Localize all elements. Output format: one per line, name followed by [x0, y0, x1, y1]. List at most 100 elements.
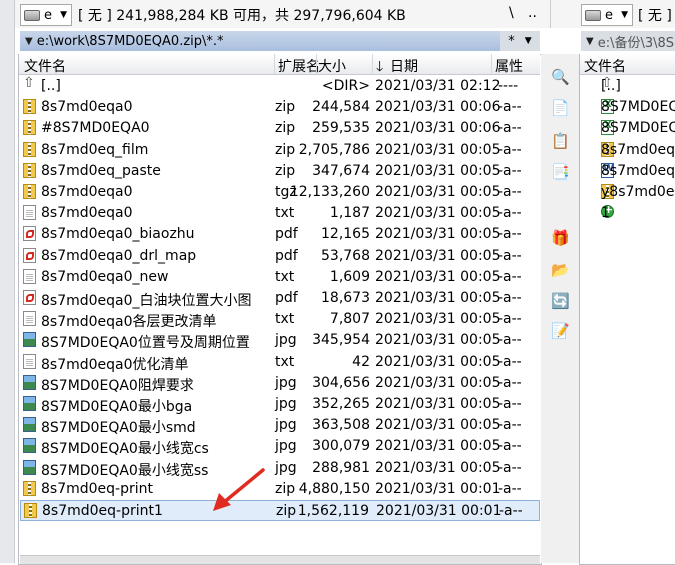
copy-icon[interactable]: 📋	[551, 132, 570, 150]
file-row[interactable]: 8s7md0eqa0 txt 1,187 2021/03/31 00:05 -a--	[20, 203, 540, 224]
file-date: 2021/03/31 00:05	[375, 290, 501, 306]
chevron-down-icon[interactable]: ▼	[586, 36, 594, 47]
file-row[interactable]: 8S7MD0EQA	[581, 97, 675, 118]
file-row[interactable]: [..]	[581, 76, 675, 97]
file-size: <DIR>	[321, 78, 370, 94]
file-name: [..]	[41, 78, 61, 94]
file-row[interactable]: 8s7md0eqa0_new txt 1,609 2021/03/31 00:05 -a…	[20, 267, 540, 288]
col-attr[interactable]: 属性	[495, 56, 523, 76]
file-size: 363,508	[312, 417, 370, 434]
file-row[interactable]: 8s7md0eqa0_biaozhu pdf 12,165 2021/03/31 00…	[20, 224, 540, 245]
file-date: 2021/03/31 00:05	[375, 311, 501, 328]
file-name: [..]	[601, 78, 621, 94]
file-ext: pdf	[275, 226, 298, 243]
file-row[interactable]: 8s7md0eqa	[581, 161, 675, 182]
file-row[interactable]: 8S7MD0EQA0最小smd jpg 363,508 2021/03/31 00:0…	[20, 415, 540, 436]
right-drive-selector[interactable]: e ▼	[581, 4, 633, 26]
pdf-icon	[23, 226, 36, 242]
left-drive-selector[interactable]: e ▼	[20, 4, 72, 26]
file-row[interactable]: [..] <DIR> 2021/03/31 02:12----	[20, 75, 540, 97]
col-date[interactable]: 日期	[390, 56, 418, 76]
file-row[interactable]: 8s7md0eqa	[581, 140, 675, 161]
file-date: 2021/03/31 00:05	[375, 141, 501, 158]
file-row[interactable]: 1	[581, 203, 675, 224]
jpg-icon	[23, 459, 36, 475]
file-date: 2021/03/31 00:05	[375, 374, 501, 391]
zip-icon	[23, 162, 36, 178]
new-folder-icon[interactable]: 📂	[551, 261, 570, 279]
divider	[316, 54, 317, 74]
file-size: 345,954	[312, 332, 370, 349]
root-button[interactable]: \	[509, 5, 514, 21]
col-size[interactable]: 大小	[318, 56, 346, 76]
file-row[interactable]: 8s7md0eq-print zip 4,880,150 2021/03/31 00:…	[20, 479, 540, 500]
filter-dropdown[interactable]: * ▼	[500, 31, 540, 51]
file-row[interactable]: 8S7MD0EQA0最小线宽cs jpg 300,079 2021/03/31 00:…	[20, 436, 540, 457]
file-name: 8S7MD0EQA0最小smd	[41, 420, 196, 437]
file-attr: -a--	[498, 374, 522, 391]
file-row[interactable]: 8s7md0eqa0 zip 244,584 2021/03/31 00:06 -a--	[20, 97, 540, 118]
divider	[372, 54, 373, 74]
file-name: 8s7md0eqa	[601, 141, 675, 158]
jpg-icon	[23, 438, 36, 454]
parent-dir-button[interactable]: ..	[528, 5, 537, 21]
zip-icon	[24, 503, 37, 518]
pack-icon[interactable]: 🎁	[551, 229, 570, 247]
file-row[interactable]: 8S7MD0EQA0位置号及周期位置 jpg 345,954 2021/03/31 0…	[20, 330, 540, 351]
file-row[interactable]: 8S7MD0EQA0最小线宽ss jpg 288,981 2021/03/31 00:…	[20, 458, 540, 479]
file-attr: -a--	[498, 332, 522, 349]
file-row[interactable]: 8S7MD0EQA0阻焊要求 jpg 304,656 2021/03/31 00:05…	[20, 373, 540, 394]
file-row[interactable]: y8s7md0eqa	[581, 182, 675, 203]
file-name: 8S7MD0EQA0最小线宽cs	[41, 441, 209, 458]
chevron-down-icon[interactable]: ▼	[25, 36, 33, 47]
col-ext[interactable]: 扩展名	[278, 56, 320, 76]
right-path-bar[interactable]: ▼ e:\备份\3\8S	[581, 31, 675, 51]
file-ext: txt	[275, 353, 295, 370]
file-row[interactable]: 8s7md0eqa0_drl_map pdf 53,768 2021/03/31 00…	[20, 246, 540, 267]
left-path-bar[interactable]: ▼ e:\work\8S7MD0EQA0.zip\*.*	[20, 31, 500, 51]
file-attr: -a--	[498, 205, 522, 222]
compare-icon[interactable]: 📄	[551, 99, 570, 117]
file-row[interactable]: 8S7MD0EQA	[581, 118, 675, 139]
file-name: 8s7md0eq_film	[41, 141, 149, 158]
col-name[interactable]: 文件名	[584, 56, 626, 76]
file-ext: jpg	[275, 459, 297, 476]
file-attr: -a--	[499, 503, 523, 519]
file-size: 244,584	[312, 99, 370, 116]
up-icon	[23, 75, 36, 93]
file-row[interactable]: 8s7md0eqa0优化清单 txt 42 2021/03/31 00:05 -a--	[20, 352, 540, 373]
chevron-down-icon: ▼	[60, 10, 67, 20]
file-attr: -a--	[498, 162, 522, 179]
find-files-icon[interactable]: 🔍	[551, 68, 570, 86]
file-row[interactable]: 8s7md0eq-print1 zip 1,562,119 2021/03/31 00…	[20, 500, 540, 521]
file-name: 8S7MD0EQA	[601, 99, 675, 116]
file-ext: jpg	[275, 396, 297, 412]
file-row[interactable]: 8s7md0eq_film zip 2,705,786 2021/03/31 00:0…	[20, 140, 540, 161]
file-ext: pdf	[275, 290, 298, 306]
file-row[interactable]: 8S7MD0EQA0最小bga jpg 352,265 2021/03/31 00:0…	[20, 394, 540, 415]
col-name[interactable]: 文件名	[24, 56, 66, 76]
file-date: 2021/03/31 00:05	[375, 417, 501, 434]
file-size: 12,165	[321, 226, 370, 243]
file-ext: zip	[275, 141, 296, 158]
sync-icon[interactable]: 🔄	[551, 292, 570, 310]
file-row[interactable]: 8s7md0eqa0 tgz 12,133,260 2021/03/31 00:05-…	[20, 182, 540, 203]
file-name: 8s7md0eqa0_biaozhu	[41, 226, 195, 243]
file-row[interactable]: 8s7md0eqa0各层更改清单 txt 7,807 2021/03/31 00:05…	[20, 309, 540, 330]
file-ext: txt	[275, 268, 295, 285]
file-size: 352,265	[312, 396, 370, 412]
pdf-icon	[23, 247, 36, 263]
file-attr: ----	[498, 78, 519, 94]
move-icon[interactable]: 📑	[551, 163, 570, 181]
left-window-edge	[0, 0, 15, 563]
file-attr: -a--	[498, 120, 522, 137]
file-row[interactable]: #8S7MD0EQA0 zip 259,535 2021/03/31 00:06 -a-…	[20, 118, 540, 139]
file-row[interactable]: 8s7md0eq_paste zip 347,674 2021/03/31 00:05…	[20, 161, 540, 182]
file-date: 2021/03/31 00:05	[375, 332, 501, 349]
edit-icon[interactable]: 📝	[551, 322, 570, 340]
file-ext: pdf	[275, 247, 298, 264]
file-name: 8s7md0eqa0_白油块位置大小图	[41, 293, 252, 309]
file-date: 2021/03/31 00:05	[375, 247, 501, 264]
file-row[interactable]: 8s7md0eqa0_白油块位置大小图 pdf 18,673 2021/03/31 0…	[20, 288, 540, 309]
file-size: 304,656	[312, 374, 370, 391]
